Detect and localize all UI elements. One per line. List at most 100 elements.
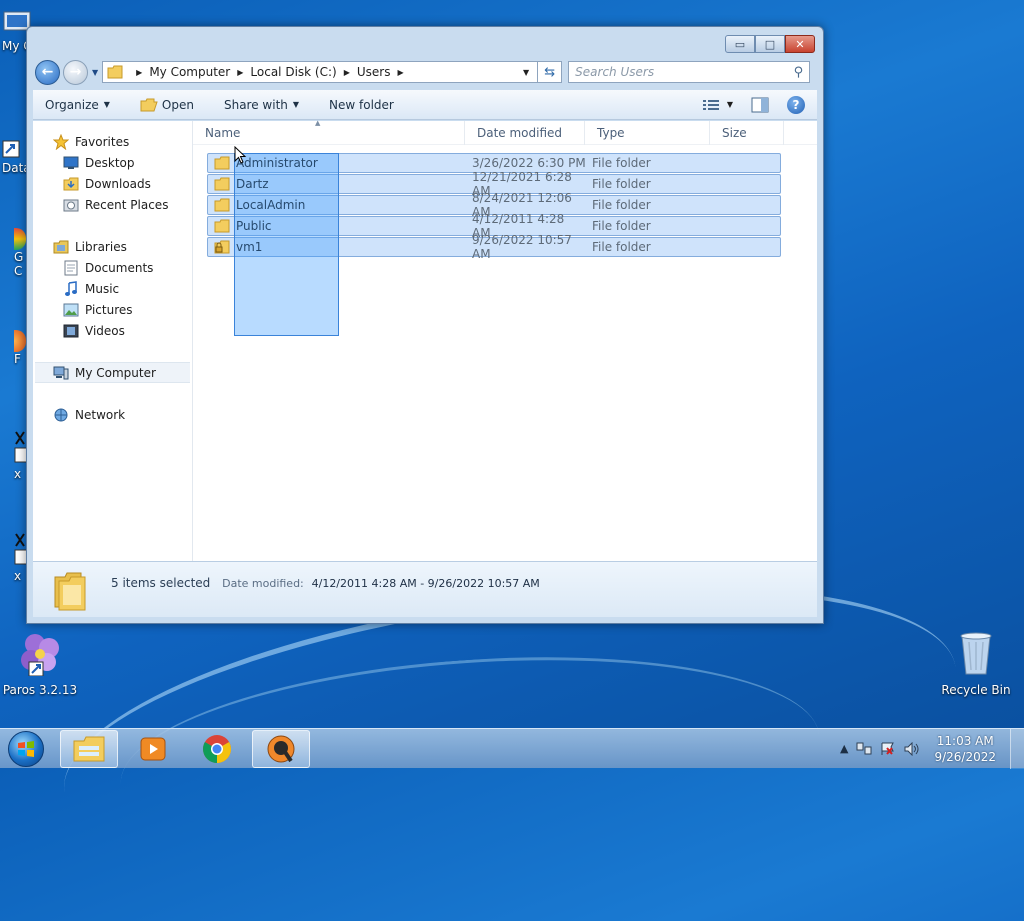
breadcrumb-separator-icon[interactable]: ▶ bbox=[136, 68, 142, 77]
folder-icon bbox=[214, 219, 230, 233]
nav-desktop[interactable]: Desktop bbox=[33, 152, 192, 173]
nav-music[interactable]: Music bbox=[33, 278, 192, 299]
desktop-icon bbox=[63, 155, 79, 171]
show-desktop-button[interactable] bbox=[1010, 728, 1024, 769]
column-header-size[interactable]: Size bbox=[710, 120, 784, 145]
refresh-icon: ⇆ bbox=[544, 64, 556, 80]
folder-icon bbox=[214, 156, 230, 170]
nav-libraries-label: Libraries bbox=[75, 239, 127, 254]
nav-downloads-label: Downloads bbox=[85, 176, 151, 191]
taskbar-app-button[interactable] bbox=[252, 729, 310, 768]
show-hidden-icons-icon[interactable]: ▲ bbox=[840, 742, 848, 755]
new-folder-label: New folder bbox=[329, 97, 394, 112]
shortcut-icon bbox=[2, 140, 20, 158]
nav-music-label: Music bbox=[85, 281, 120, 296]
nav-videos[interactable]: Videos bbox=[33, 320, 192, 341]
desktop-icon-recycle-bin[interactable]: Recycle Bin bbox=[940, 630, 1012, 697]
pictures-icon bbox=[63, 302, 79, 318]
nav-downloads[interactable]: Downloads bbox=[33, 173, 192, 194]
media-player-icon bbox=[140, 737, 166, 760]
network-tray-icon[interactable] bbox=[856, 742, 872, 756]
app-orange-icon bbox=[267, 735, 295, 762]
nav-pictures[interactable]: Pictures bbox=[33, 299, 192, 320]
column-headers: ▲ Name Date modified Type Size bbox=[193, 119, 817, 145]
nav-network[interactable]: Network bbox=[33, 404, 192, 425]
search-input[interactable]: Search Users ⚲ bbox=[568, 61, 811, 83]
nav-documents[interactable]: Documents bbox=[33, 257, 192, 278]
address-dropdown-icon[interactable]: ▼ bbox=[523, 68, 529, 77]
breadcrumb-local-disk[interactable]: Local Disk (C:) bbox=[250, 65, 336, 79]
nav-network-label: Network bbox=[75, 407, 126, 422]
explorer-folder-icon bbox=[73, 736, 105, 761]
column-header-type[interactable]: Type bbox=[585, 120, 710, 145]
caption-buttons: ▭ □ ✕ bbox=[725, 35, 815, 53]
forward-arrow-icon: → bbox=[69, 64, 82, 80]
music-icon bbox=[63, 280, 79, 297]
address-bar[interactable]: ▶ My Computer ▶ Local Disk (C:) ▶ Users … bbox=[102, 61, 539, 83]
start-button[interactable] bbox=[8, 730, 44, 767]
help-button[interactable]: ? bbox=[787, 95, 805, 114]
file-type: File folder bbox=[592, 219, 651, 233]
clock-time: 11:03 AM bbox=[936, 733, 994, 748]
minimize-button[interactable]: ▭ bbox=[725, 35, 755, 53]
search-icon[interactable]: ⚲ bbox=[794, 65, 804, 80]
desktop-icon-label: Data bbox=[2, 161, 31, 175]
breadcrumb-my-computer[interactable]: My Computer bbox=[149, 65, 230, 79]
forward-button[interactable]: → bbox=[63, 59, 88, 85]
preview-pane-button[interactable] bbox=[751, 97, 769, 113]
refresh-button[interactable]: ⇆ bbox=[538, 61, 563, 83]
date-modified-label: Date modified: bbox=[222, 576, 304, 590]
nav-my-computer[interactable]: My Computer bbox=[35, 362, 190, 383]
breadcrumb-separator-icon[interactable]: ▶ bbox=[344, 68, 350, 77]
file-list-pane[interactable]: ▲ Name Date modified Type Size Administr… bbox=[193, 119, 817, 561]
back-arrow-icon: ← bbox=[41, 64, 54, 80]
breadcrumb-users[interactable]: Users bbox=[357, 65, 391, 79]
file-type: File folder bbox=[592, 177, 651, 191]
open-button[interactable]: Open bbox=[140, 98, 194, 112]
maximize-button[interactable]: □ bbox=[755, 35, 785, 53]
breadcrumb-separator-icon[interactable]: ▶ bbox=[397, 68, 403, 77]
taskbar-chrome-button[interactable] bbox=[188, 730, 246, 768]
change-view-button[interactable]: ▼ bbox=[702, 99, 733, 111]
column-header-name[interactable]: ▲ Name bbox=[193, 119, 465, 145]
clock[interactable]: 11:03 AM 9/26/2022 bbox=[934, 733, 996, 765]
nav-videos-label: Videos bbox=[85, 323, 125, 338]
view-controls: ▼ ? bbox=[685, 95, 805, 114]
volume-icon[interactable] bbox=[904, 741, 920, 756]
organize-button[interactable]: Organize ▼ bbox=[45, 98, 110, 112]
command-bar: Organize ▼ Open Share with ▼ New folder … bbox=[33, 90, 817, 120]
new-folder-button[interactable]: New folder bbox=[329, 98, 394, 112]
desktop-icon-paros[interactable]: Paros 3.2.13 bbox=[2, 630, 78, 697]
nav-favorites[interactable]: Favorites bbox=[33, 131, 192, 152]
folder-icon bbox=[214, 177, 230, 191]
action-center-flag-icon[interactable] bbox=[880, 742, 896, 756]
desktop-icon-data[interactable]: Data bbox=[2, 140, 31, 175]
file-type: File folder bbox=[592, 240, 651, 254]
breadcrumb-separator-icon[interactable]: ▶ bbox=[237, 68, 243, 77]
nav-recent-places-label: Recent Places bbox=[85, 197, 169, 212]
nav-recent-places[interactable]: Recent Places bbox=[33, 194, 192, 215]
nav-libraries[interactable]: Libraries bbox=[33, 236, 192, 257]
recycle-bin-icon bbox=[960, 632, 992, 675]
taskbar-media-player-button[interactable] bbox=[124, 730, 182, 768]
taskbar: ▲ 11:03 AM 9/26/2022 bbox=[0, 728, 1024, 769]
content-area: Favorites Desktop Downloads Recent Place… bbox=[33, 119, 817, 561]
recent-pages-dropdown[interactable]: ▼ bbox=[92, 68, 98, 77]
network-icon bbox=[53, 407, 69, 423]
column-header-date[interactable]: Date modified bbox=[465, 120, 585, 145]
share-with-button[interactable]: Share with ▼ bbox=[224, 98, 299, 112]
open-label: Open bbox=[161, 97, 194, 112]
locked-folder-icon bbox=[214, 240, 230, 254]
nav-my-computer-label: My Computer bbox=[75, 365, 156, 380]
close-button[interactable]: ✕ bbox=[785, 35, 815, 53]
chevron-down-icon: ▼ bbox=[726, 100, 733, 109]
chevron-down-icon: ▼ bbox=[292, 100, 300, 109]
column-header-date-label: Date modified bbox=[477, 125, 563, 140]
computer-icon bbox=[53, 365, 69, 381]
selection-count: 5 items selected bbox=[111, 575, 211, 590]
minimize-icon: ▭ bbox=[734, 37, 746, 51]
back-button[interactable]: ← bbox=[35, 59, 60, 85]
paros-flower-icon bbox=[21, 634, 59, 677]
taskbar-explorer-button[interactable] bbox=[60, 729, 118, 768]
file-type: File folder bbox=[592, 198, 651, 212]
